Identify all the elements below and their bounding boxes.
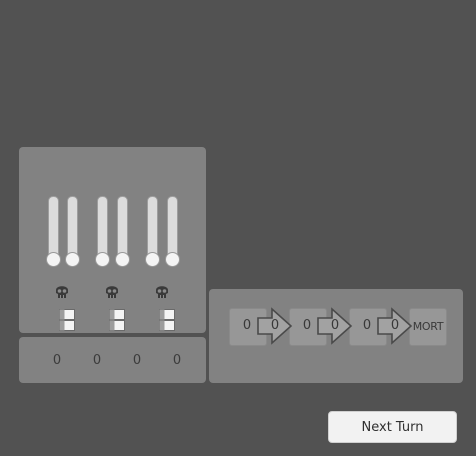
pipeline-value: 0: [302, 318, 312, 333]
skull-icon: [56, 286, 68, 298]
pipeline-value: 0: [242, 318, 252, 333]
slider-knob[interactable]: [165, 252, 180, 267]
skull-icon: [106, 286, 118, 298]
counter-value: 0: [52, 353, 62, 368]
pipeline-value: 0: [362, 318, 372, 333]
unit-1-slider-b[interactable]: [65, 196, 80, 267]
unit-2-slider-b[interactable]: [115, 196, 130, 267]
slider-knob[interactable]: [115, 252, 130, 267]
toggle-switch[interactable]: [159, 309, 175, 331]
unit-2-slider-a[interactable]: [95, 196, 110, 267]
next-turn-button[interactable]: Next Turn: [328, 411, 457, 443]
toggle-switch[interactable]: [59, 309, 75, 331]
slider-knob[interactable]: [65, 252, 80, 267]
unit-3-slider-a[interactable]: [145, 196, 160, 267]
pipeline-value: 0: [270, 318, 280, 333]
skull-icon: [156, 286, 168, 298]
slider-knob[interactable]: [95, 252, 110, 267]
slider-knob[interactable]: [46, 252, 61, 267]
slider-knob[interactable]: [145, 252, 160, 267]
counter-value: 0: [172, 353, 182, 368]
pipeline-value: 0: [390, 318, 400, 333]
counter-value: 0: [92, 353, 102, 368]
unit-3-slider-b[interactable]: [165, 196, 180, 267]
unit-1-slider-a[interactable]: [46, 196, 61, 267]
counter-value: 0: [132, 353, 142, 368]
pipeline-value: 0: [330, 318, 340, 333]
mort-label: MORT: [412, 320, 444, 333]
toggle-switch[interactable]: [109, 309, 125, 331]
